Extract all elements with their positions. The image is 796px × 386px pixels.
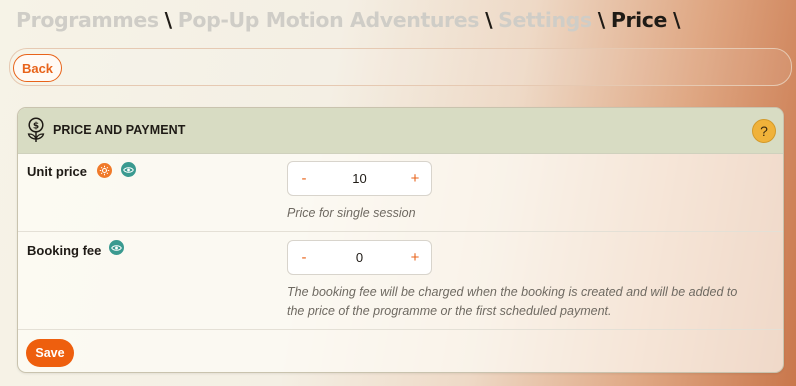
row-divider [18, 231, 783, 232]
booking-fee-increment-button[interactable]: + [401, 241, 429, 274]
help-button[interactable]: ? [752, 119, 776, 143]
breadcrumb-programmes[interactable]: Programmes [16, 8, 159, 32]
back-button[interactable]: Back [13, 54, 62, 82]
breadcrumb-separator: \ [673, 8, 681, 32]
save-button[interactable]: Save [26, 339, 74, 367]
panel-title: PRICE AND PAYMENT [53, 123, 186, 137]
booking-fee-decrement-button[interactable]: - [290, 241, 318, 274]
eye-icon[interactable] [109, 240, 124, 255]
price-payment-panel: $ PRICE AND PAYMENT ? Unit price - 10 + … [17, 107, 784, 373]
panel-header: $ PRICE AND PAYMENT ? [18, 108, 783, 154]
money-plant-icon: $ [25, 117, 47, 143]
breadcrumb-settings[interactable]: Settings [498, 8, 592, 32]
row-divider [18, 329, 783, 330]
top-action-bar [9, 48, 792, 86]
breadcrumb-separator: \ [597, 8, 605, 32]
breadcrumb-separator: \ [485, 8, 493, 32]
eye-icon[interactable] [121, 162, 136, 177]
breadcrumb-separator: \ [164, 8, 172, 32]
svg-text:$: $ [33, 122, 39, 132]
breadcrumb-programme[interactable]: Pop-Up Motion Adventures [178, 8, 480, 32]
unit-price-stepper: - 10 + [287, 161, 432, 196]
unit-price-increment-button[interactable]: + [401, 162, 429, 195]
unit-price-hint: Price for single session [287, 206, 416, 220]
settings-sun-icon[interactable] [97, 163, 112, 178]
unit-price-label: Unit price [27, 164, 87, 179]
unit-price-input[interactable]: 10 [322, 162, 397, 195]
breadcrumb-current: Price [610, 8, 668, 32]
unit-price-decrement-button[interactable]: - [290, 162, 318, 195]
booking-fee-hint-line1: The booking fee will be charged when the… [287, 285, 738, 299]
booking-fee-stepper: - 0 + [287, 240, 432, 275]
booking-fee-input[interactable]: 0 [322, 241, 397, 274]
booking-fee-label: Booking fee [27, 243, 102, 258]
booking-fee-hint-line2: the price of the programme or the first … [287, 304, 612, 318]
breadcrumb: Programmes \ Pop-Up Motion Adventures \ … [16, 5, 686, 35]
